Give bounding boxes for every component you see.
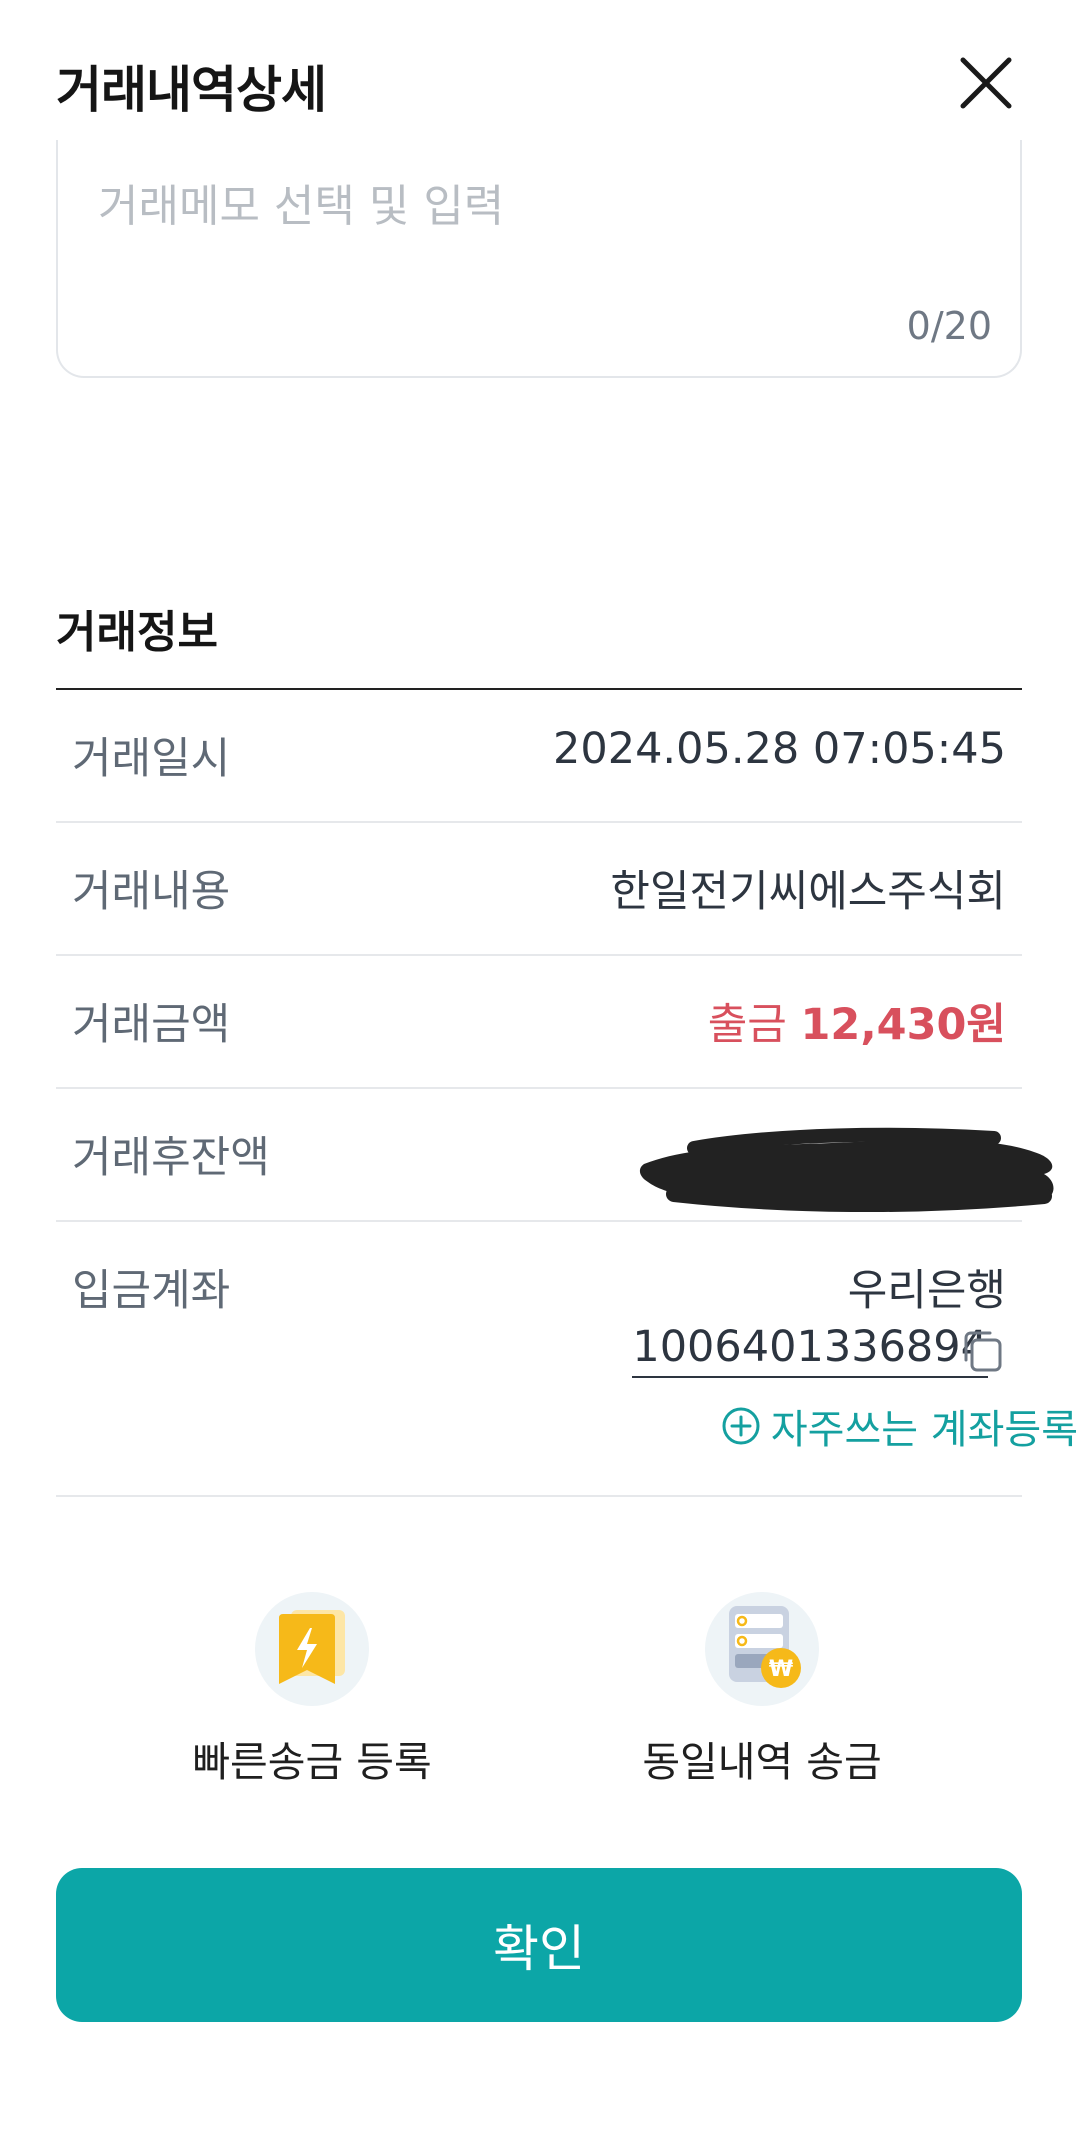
- bank-name: 우리은행: [847, 1266, 1006, 1316]
- close-icon[interactable]: [955, 52, 1017, 114]
- amount-number: 12,430원: [800, 1000, 1007, 1050]
- row-transaction-datetime: 거래일시 2024.05.28 07:05:45: [56, 690, 1022, 823]
- favorite-account-label: 자주쓰는 계좌등록: [770, 1407, 1078, 1453]
- copy-icon[interactable]: [962, 1330, 1004, 1374]
- row-label: 입금계좌: [72, 1266, 231, 1316]
- register-favorite-account-link[interactable]: 자주쓰는 계좌등록: [721, 1400, 1078, 1453]
- svg-text:₩: ₩: [769, 1657, 793, 1682]
- memo-character-counter: 0/20: [906, 304, 992, 348]
- action-label: 동일내역 송금: [642, 1738, 882, 1786]
- transaction-info-title: 거래정보: [56, 607, 218, 658]
- row-transaction-amount: 거래금액 출금 12,430원: [56, 956, 1022, 1089]
- row-label: 거래후잔액: [72, 1133, 270, 1183]
- row-label: 거래금액: [72, 1000, 231, 1050]
- quick-transfer-bookmark-icon: [279, 1610, 345, 1684]
- row-label: 거래일시: [72, 734, 231, 784]
- redacted-balance-scribble: [639, 1127, 1054, 1212]
- action-icon-circle: [255, 1592, 369, 1706]
- memo-placeholder: 거래메모 선택 및 입력: [98, 181, 505, 232]
- action-icon-circle: ₩: [705, 1592, 819, 1706]
- quick-transfer-register-button[interactable]: 빠른송금 등록: [162, 1592, 462, 1792]
- same-transaction-transfer-button[interactable]: ₩ 동일내역 송금: [612, 1592, 912, 1792]
- transaction-datetime-value: 2024.05.28 07:05:45: [553, 724, 1006, 774]
- transaction-description-value: 한일전기씨에스주식회: [610, 867, 1006, 917]
- action-label: 빠른송금 등록: [192, 1738, 432, 1786]
- header: 거래내역상세: [0, 0, 1080, 160]
- row-transaction-description: 거래내용 한일전기씨에스주식회: [56, 823, 1022, 956]
- confirm-button[interactable]: 확인: [56, 1868, 1022, 2022]
- transaction-memo-input[interactable]: 거래메모 선택 및 입력 0/20: [56, 140, 1022, 378]
- same-transaction-transfer-icon: ₩: [729, 1606, 801, 1688]
- withdrawal-type-label: 출금: [707, 1000, 787, 1050]
- row-label: 거래내용: [72, 867, 231, 917]
- plus-circle-icon: [722, 1407, 760, 1445]
- account-number[interactable]: 1006401336894: [632, 1322, 988, 1378]
- page-title: 거래내역상세: [56, 61, 327, 119]
- transaction-amount-value: 출금 12,430원: [708, 990, 1006, 1052]
